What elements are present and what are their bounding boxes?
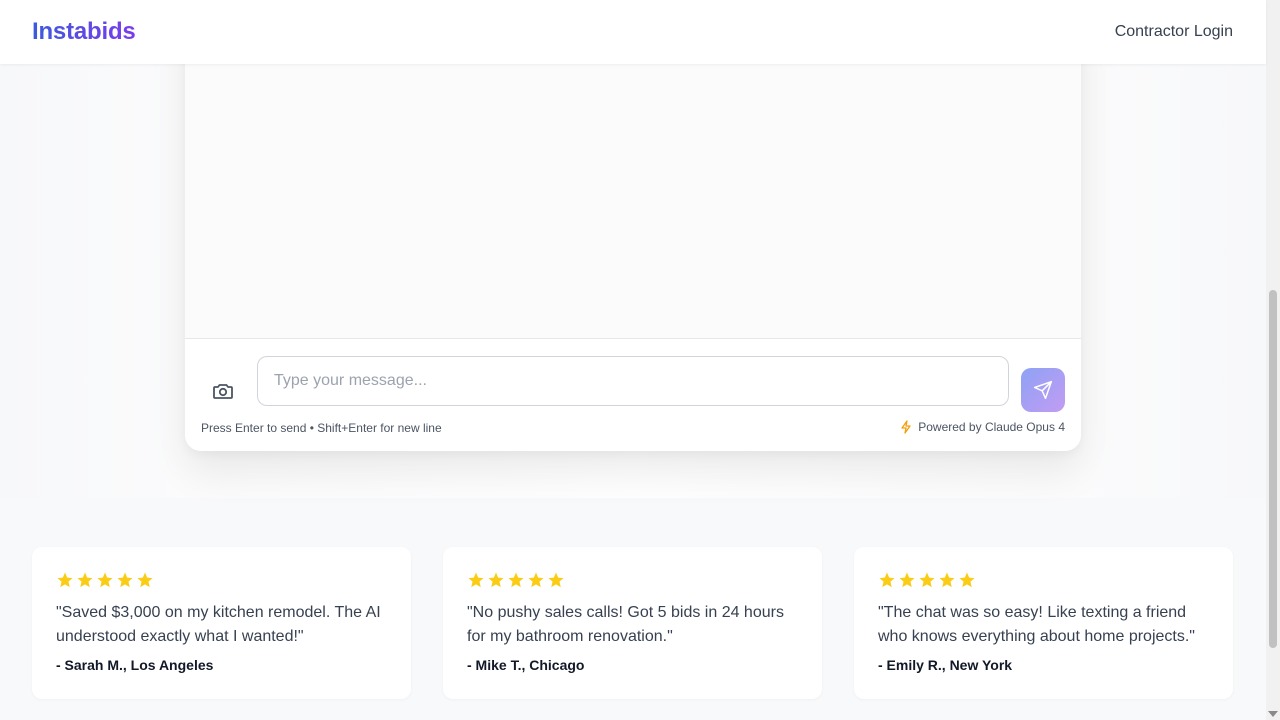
star-rating <box>56 571 387 591</box>
powered-by: Powered by Claude Opus 4 <box>900 420 1065 434</box>
testimonial-author: - Emily R., New York <box>878 657 1013 673</box>
star-icon <box>527 571 545 591</box>
page-scrollbar[interactable] <box>1266 0 1280 720</box>
star-icon <box>918 571 936 591</box>
testimonial-quote: "The chat was so easy! Like texting a fr… <box>878 604 1195 645</box>
star-icon <box>507 571 525 591</box>
testimonial-author: - Mike T., Chicago <box>467 657 585 673</box>
star-icon <box>76 571 94 591</box>
send-button[interactable] <box>1021 368 1065 412</box>
star-icon <box>96 571 114 591</box>
star-icon <box>898 571 916 591</box>
star-icon <box>56 571 74 591</box>
scrollbar-thumb[interactable] <box>1269 290 1277 648</box>
input-hint: Press Enter to send • Shift+Enter for ne… <box>201 421 442 435</box>
testimonial-quote: "No pushy sales calls! Got 5 bids in 24 … <box>467 604 784 645</box>
star-icon <box>487 571 505 591</box>
testimonial-quote: "Saved $3,000 on my kitchen remodel. The… <box>56 604 381 645</box>
send-icon <box>1033 380 1053 400</box>
testimonial-card: "Saved $3,000 on my kitchen remodel. The… <box>32 547 411 699</box>
testimonial-author: - Sarah M., Los Angeles <box>56 657 214 673</box>
powered-by-text: Powered by Claude Opus 4 <box>918 420 1065 434</box>
chat-window: Press Enter to send • Shift+Enter for ne… <box>185 0 1081 451</box>
star-rating <box>467 571 798 591</box>
star-icon <box>878 571 896 591</box>
contractor-login-link[interactable]: Contractor Login <box>1115 23 1233 41</box>
scroll-down-arrow-icon[interactable] <box>1268 711 1278 717</box>
camera-icon[interactable] <box>211 379 235 403</box>
lightning-bolt-icon <box>901 420 911 434</box>
top-header: Instabids Contractor Login <box>0 0 1266 64</box>
star-icon <box>116 571 134 591</box>
star-icon <box>547 571 565 591</box>
chat-input-bar: Press Enter to send • Shift+Enter for ne… <box>185 338 1081 451</box>
star-rating <box>878 571 1209 591</box>
star-icon <box>938 571 956 591</box>
message-input[interactable] <box>257 356 1009 406</box>
logo[interactable]: Instabids <box>32 18 136 46</box>
testimonial-card: "The chat was so easy! Like texting a fr… <box>854 547 1233 699</box>
testimonial-card: "No pushy sales calls! Got 5 bids in 24 … <box>443 547 822 699</box>
star-icon <box>136 571 154 591</box>
star-icon <box>958 571 976 591</box>
star-icon <box>467 571 485 591</box>
